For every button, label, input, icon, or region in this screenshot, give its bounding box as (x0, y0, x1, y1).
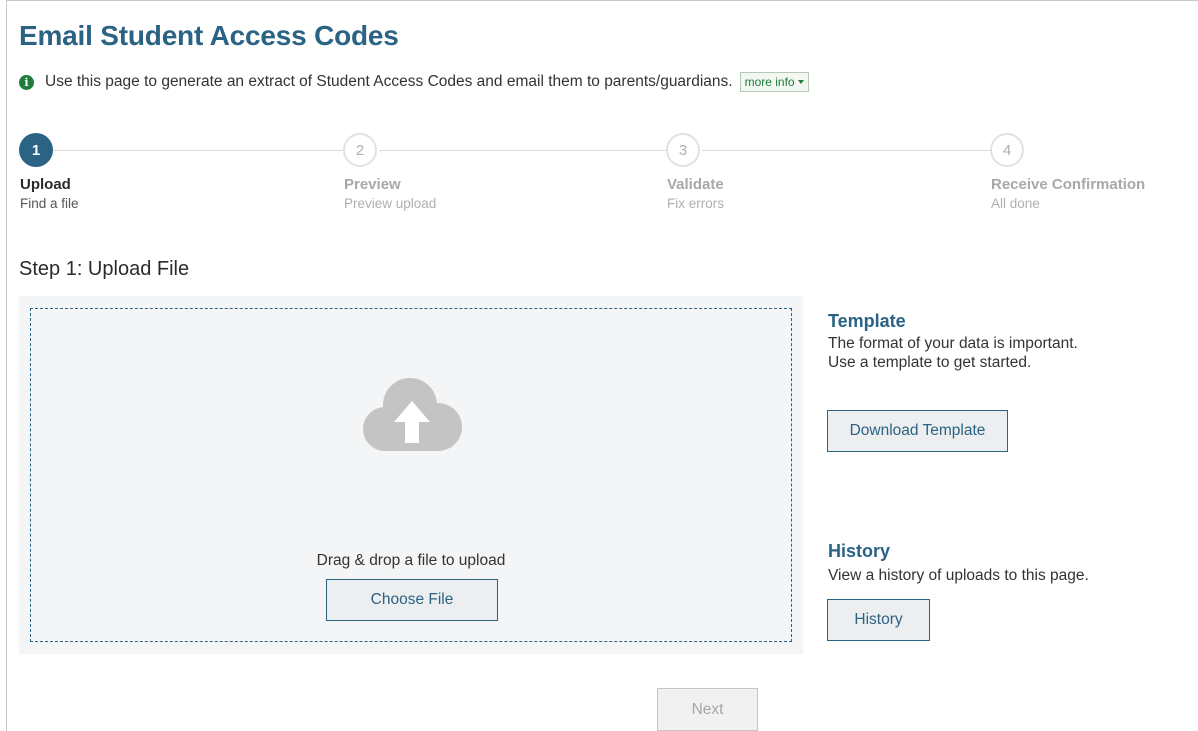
step-4-circle: 4 (990, 133, 1024, 167)
drop-instructions: Drag & drop a file to upload (316, 552, 506, 569)
step-1-title: Upload (20, 176, 71, 193)
step-connector (379, 150, 666, 151)
wizard-stepper: 1 2 3 4 Upload Find a file Preview Previ… (0, 0, 1198, 220)
choose-file-button[interactable]: Choose File (326, 579, 498, 621)
step-3-title: Validate (667, 176, 724, 193)
history-description: View a history of uploads to this page. (828, 567, 1089, 584)
step-1-circle: 1 (19, 133, 53, 167)
step-2-title: Preview (344, 176, 401, 193)
step-3-subtitle: Fix errors (667, 196, 724, 211)
cloud-upload-icon (363, 378, 462, 451)
template-description: The format of your data is important. Us… (828, 335, 1078, 371)
step-3-circle: 3 (666, 133, 700, 167)
step-2-circle: 2 (343, 133, 377, 167)
step-4-title: Receive Confirmation (991, 176, 1146, 193)
step-connector (702, 150, 990, 151)
next-button[interactable]: Next (657, 688, 758, 731)
file-dropzone[interactable]: Drag & drop a file to upload Choose File (30, 308, 792, 642)
upload-panel: Drag & drop a file to upload Choose File (19, 296, 803, 654)
history-button[interactable]: History (827, 599, 930, 641)
step-1-subtitle: Find a file (20, 196, 79, 211)
step-connector (53, 150, 343, 151)
download-template-button[interactable]: Download Template (827, 410, 1008, 452)
step-2-subtitle: Preview upload (344, 196, 437, 211)
template-heading: Template (828, 311, 906, 331)
step-heading: Step 1: Upload File (19, 258, 190, 280)
step-4-subtitle: All done (991, 196, 1040, 211)
history-heading: History (828, 541, 891, 561)
